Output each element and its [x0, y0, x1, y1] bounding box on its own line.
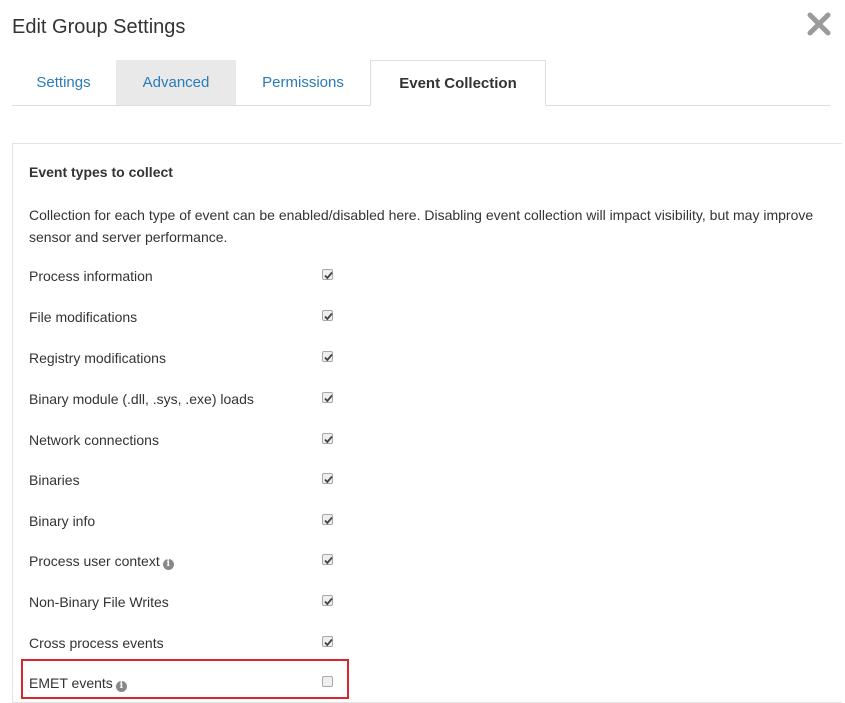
tab-bar: Settings Advanced Permissions Event Coll… — [12, 60, 830, 106]
close-button[interactable] — [805, 10, 833, 38]
event-type-checkbox[interactable] — [322, 310, 333, 321]
info-icon[interactable]: i — [162, 559, 174, 570]
panel-description: Collection for each type of event can be… — [29, 207, 814, 245]
checkmark-icon — [324, 556, 333, 565]
event-type-checkbox[interactable] — [322, 269, 333, 280]
event-type-row: Binary module (.dll, .sys, .exe) loads — [29, 389, 359, 411]
checkmark-icon — [324, 353, 333, 362]
event-type-label-text: Binary module (.dll, .sys, .exe) loads — [29, 391, 254, 407]
event-type-label-text: Non-Binary File Writes — [29, 594, 169, 610]
event-type-checkbox[interactable] — [322, 595, 333, 606]
tab-advanced[interactable]: Advanced — [116, 60, 236, 105]
tab-permissions[interactable]: Permissions — [238, 60, 368, 105]
event-type-checkbox[interactable] — [322, 433, 333, 444]
event-type-checkbox[interactable] — [322, 514, 333, 525]
edit-group-settings-dialog: Edit Group Settings Settings Advanced Pe… — [0, 0, 845, 703]
event-type-label-text: Binaries — [29, 472, 80, 488]
event-type-label: Process user context i — [29, 553, 174, 570]
checkmark-icon — [324, 271, 333, 280]
panel-heading: Event types to collect — [29, 164, 173, 180]
event-type-row: Process information — [29, 266, 359, 288]
event-type-label: Binaries — [29, 472, 80, 488]
event-type-label: Non-Binary File Writes — [29, 594, 169, 610]
event-type-checkbox[interactable] — [322, 473, 333, 484]
event-type-checkbox[interactable] — [322, 392, 333, 403]
emet-events-highlight — [21, 659, 349, 699]
event-type-row: Binaries — [29, 470, 359, 492]
event-type-row: Registry modifications — [29, 348, 359, 370]
event-type-row: File modifications — [29, 307, 359, 329]
tab-settings[interactable]: Settings — [12, 60, 115, 105]
event-type-row: Process user context i — [29, 551, 359, 573]
checkmark-icon — [324, 475, 333, 484]
checkmark-icon — [324, 435, 333, 444]
event-type-checkbox[interactable] — [322, 351, 333, 362]
event-type-label: File modifications — [29, 309, 137, 325]
checkmark-icon — [324, 638, 333, 647]
event-type-label-text: Binary info — [29, 513, 96, 529]
checkmark-icon — [324, 516, 333, 525]
event-type-label: Binary module (.dll, .sys, .exe) loads — [29, 391, 254, 407]
event-type-label: Cross process events — [29, 635, 164, 651]
event-type-row: Non-Binary File Writes — [29, 592, 359, 614]
dialog-title: Edit Group Settings — [12, 16, 186, 38]
event-type-label: Binary info — [29, 513, 95, 529]
event-type-label-text: Process information — [29, 268, 153, 284]
event-type-checkbox[interactable] — [322, 554, 333, 565]
close-icon — [807, 12, 831, 36]
event-type-label-text: Network connections — [29, 432, 159, 448]
event-type-label: Network connections — [29, 432, 159, 448]
event-type-label-text: File modifications — [29, 309, 138, 325]
checkmark-icon — [324, 312, 333, 321]
tab-event-collection[interactable]: Event Collection — [370, 60, 546, 106]
event-type-checkbox[interactable] — [322, 636, 333, 647]
event-type-label-text: Registry modifications — [29, 350, 166, 366]
event-type-label: Registry modifications — [29, 350, 166, 366]
checkmark-icon — [324, 394, 333, 403]
event-collection-panel: Event types to collect Collection for ea… — [12, 143, 842, 703]
event-type-row: Cross process events — [29, 633, 359, 655]
event-type-row: Network connections — [29, 430, 359, 452]
event-type-label-text: Process user context — [29, 553, 160, 569]
event-type-label-text: Cross process events — [29, 635, 164, 651]
checkmark-icon — [324, 597, 333, 606]
event-type-label: Process information — [29, 268, 153, 284]
event-type-row: Binary info — [29, 511, 359, 533]
